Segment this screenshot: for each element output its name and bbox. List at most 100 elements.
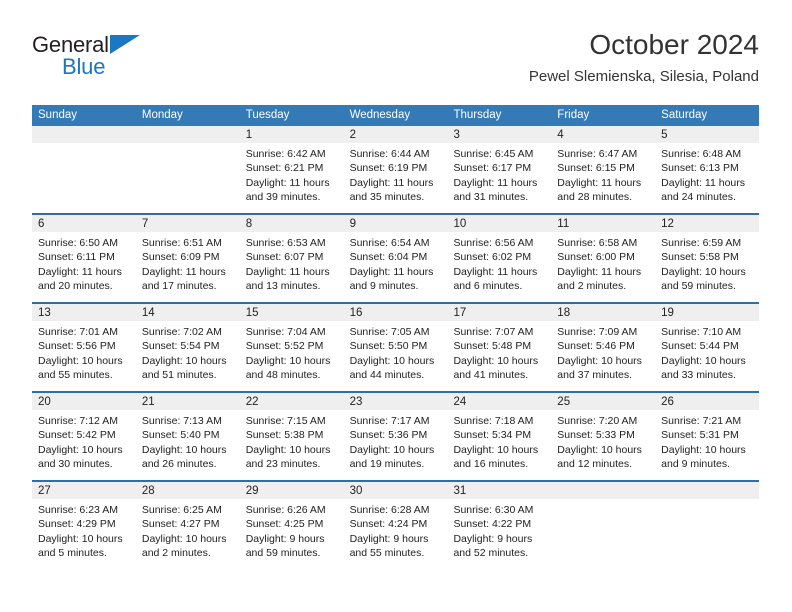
day-number[interactable]: 19 <box>655 304 759 321</box>
day-number[interactable]: 26 <box>655 393 759 410</box>
sunset-text: Sunset: 6:15 PM <box>557 162 635 175</box>
day-number[interactable]: 7 <box>136 215 240 232</box>
sunset-text: Sunset: 6:19 PM <box>349 162 428 175</box>
week-detail-band: Sunrise: 6:23 AM Sunset: 4:29 PM Daylight:… <box>32 499 759 569</box>
day-cell[interactable]: Sunrise: 7:15 AM Sunset: 5:38 PM Daylight:… <box>240 410 344 480</box>
day-number[interactable]: 22 <box>240 393 344 410</box>
day-cell[interactable]: Sunrise: 6:45 AM Sunset: 6:17 PM Daylight:… <box>447 143 551 213</box>
daylight-text: Daylight: 10 hours and 30 minutes. <box>38 443 123 470</box>
day-cell[interactable]: Sunrise: 7:01 AM Sunset: 5:56 PM Daylight:… <box>32 321 136 391</box>
daylight-text: Daylight: 10 hours and 55 minutes. <box>38 354 123 381</box>
day-cell[interactable]: Sunrise: 7:05 AM Sunset: 5:50 PM Daylight:… <box>344 321 448 391</box>
day-number[interactable]: 29 <box>240 482 344 499</box>
weekday-header-saturday: Saturday <box>661 109 708 121</box>
day-cell[interactable]: Sunrise: 7:17 AM Sunset: 5:36 PM Daylight:… <box>344 410 448 480</box>
sunrise-text: Sunrise: 7:17 AM <box>349 415 430 427</box>
sunrise-text: Sunrise: 7:13 AM <box>141 415 222 427</box>
daylight-text: Daylight: 10 hours and 33 minutes. <box>661 354 746 381</box>
sunset-text: Sunset: 5:36 PM <box>349 429 428 442</box>
day-cell-empty <box>551 499 655 569</box>
daylight-text: Daylight: 11 hours and 24 minutes. <box>661 176 746 203</box>
day-cell[interactable]: Sunrise: 6:51 AM Sunset: 6:09 PM Daylight:… <box>136 232 240 302</box>
day-cell[interactable]: Sunrise: 6:53 AM Sunset: 6:07 PM Daylight:… <box>240 232 344 302</box>
day-number[interactable]: 11 <box>551 215 655 232</box>
day-cell[interactable]: Sunrise: 6:26 AM Sunset: 4:25 PM Daylight:… <box>240 499 344 569</box>
sunrise-text: Sunrise: 7:01 AM <box>38 326 118 338</box>
sunset-text: Sunset: 4:25 PM <box>245 518 324 531</box>
day-number[interactable]: 13 <box>32 304 136 321</box>
day-number[interactable]: 20 <box>32 393 136 410</box>
day-number[interactable]: 14 <box>136 304 240 321</box>
day-number[interactable]: 2 <box>344 126 448 143</box>
day-number[interactable]: 31 <box>447 482 551 499</box>
day-cell[interactable]: Sunrise: 6:28 AM Sunset: 4:24 PM Daylight:… <box>344 499 448 569</box>
day-number[interactable]: 1 <box>240 126 344 143</box>
day-cell[interactable]: Sunrise: 7:07 AM Sunset: 5:48 PM Daylight:… <box>447 321 551 391</box>
day-number[interactable]: 4 <box>551 126 655 143</box>
day-number[interactable]: 25 <box>551 393 655 410</box>
day-cell[interactable]: Sunrise: 7:09 AM Sunset: 5:46 PM Daylight:… <box>551 321 655 391</box>
weekday-header-row: Sunday Monday Tuesday Wednesday Thursday Frid… <box>32 105 759 126</box>
sunrise-text: Sunrise: 7:10 AM <box>661 326 742 338</box>
day-cell[interactable]: Sunrise: 7:21 AM Sunset: 5:31 PM Daylight:… <box>655 410 759 480</box>
day-cell[interactable]: Sunrise: 7:13 AM Sunset: 5:40 PM Daylight:… <box>136 410 240 480</box>
day-cell[interactable]: Sunrise: 6:30 AM Sunset: 4:22 PM Daylight:… <box>447 499 551 569</box>
day-number[interactable]: 9 <box>344 215 448 232</box>
day-cell[interactable]: Sunrise: 6:42 AM Sunset: 6:21 PM Daylight:… <box>240 143 344 213</box>
sunset-text: Sunset: 5:48 PM <box>453 340 532 353</box>
day-cell[interactable]: Sunrise: 7:04 AM Sunset: 5:52 PM Daylight:… <box>240 321 344 391</box>
day-cell[interactable]: Sunrise: 6:54 AM Sunset: 6:04 PM Daylight:… <box>344 232 448 302</box>
day-cell[interactable]: Sunrise: 6:58 AM Sunset: 6:00 PM Daylight:… <box>551 232 655 302</box>
day-number[interactable]: 10 <box>447 215 551 232</box>
day-cell[interactable]: Sunrise: 7:20 AM Sunset: 5:33 PM Daylight:… <box>551 410 655 480</box>
sunset-text: Sunset: 5:46 PM <box>557 340 635 353</box>
sunset-text: Sunset: 6:09 PM <box>141 251 220 264</box>
daylight-text: Daylight: 11 hours and 28 minutes. <box>557 176 642 203</box>
sunset-text: Sunset: 5:38 PM <box>245 429 324 442</box>
day-number[interactable]: 12 <box>655 215 759 232</box>
day-cell[interactable]: Sunrise: 7:18 AM Sunset: 5:34 PM Daylight:… <box>447 410 551 480</box>
day-number[interactable]: 24 <box>447 393 551 410</box>
calendar-week-row: 6 7 8 9 10 11 12 Sunrise: 6:50 AM Sunset: 6:11 P… <box>32 213 759 302</box>
day-cell[interactable]: Sunrise: 6:47 AM Sunset: 6:15 PM Daylight:… <box>551 143 655 213</box>
day-cell[interactable]: Sunrise: 7:10 AM Sunset: 5:44 PM Daylight:… <box>655 321 759 391</box>
day-cell[interactable]: Sunrise: 7:02 AM Sunset: 5:54 PM Daylight:… <box>136 321 240 391</box>
day-number[interactable]: 16 <box>344 304 448 321</box>
day-number[interactable]: 30 <box>344 482 448 499</box>
day-cell[interactable]: Sunrise: 6:44 AM Sunset: 6:19 PM Daylight:… <box>344 143 448 213</box>
daylight-text: Daylight: 9 hours and 59 minutes. <box>245 532 325 559</box>
day-number[interactable]: 17 <box>447 304 551 321</box>
day-number[interactable]: 21 <box>136 393 240 410</box>
day-cell[interactable]: Sunrise: 6:23 AM Sunset: 4:29 PM Daylight:… <box>32 499 136 569</box>
day-cell[interactable]: Sunrise: 6:48 AM Sunset: 6:13 PM Daylight:… <box>655 143 759 213</box>
day-cell[interactable]: Sunrise: 6:59 AM Sunset: 5:58 PM Daylight:… <box>655 232 759 302</box>
day-cell[interactable]: Sunrise: 6:25 AM Sunset: 4:27 PM Daylight:… <box>136 499 240 569</box>
day-cell[interactable]: Sunrise: 7:12 AM Sunset: 5:42 PM Daylight:… <box>32 410 136 480</box>
sunset-text: Sunset: 6:07 PM <box>245 251 324 264</box>
sunset-text: Sunset: 5:58 PM <box>661 251 739 264</box>
daylight-text: Daylight: 11 hours and 13 minutes. <box>245 265 330 292</box>
day-number[interactable]: 27 <box>32 482 136 499</box>
day-number[interactable]: 6 <box>32 215 136 232</box>
sunrise-text: Sunrise: 6:53 AM <box>245 237 326 249</box>
day-cell[interactable]: Sunrise: 6:50 AM Sunset: 6:11 PM Daylight:… <box>32 232 136 302</box>
day-number[interactable]: 3 <box>447 126 551 143</box>
sunrise-text: Sunrise: 7:21 AM <box>661 415 742 427</box>
generalblue-logo[interactable]: General Blue <box>32 32 152 84</box>
day-number[interactable]: 23 <box>344 393 448 410</box>
day-number[interactable]: 8 <box>240 215 344 232</box>
day-number[interactable]: 5 <box>655 126 759 143</box>
day-number-empty <box>136 126 240 143</box>
calendar-week-row: 1 2 3 4 5 Sunrise: 6:42 AM Sunset: 6:21 PM Dayl… <box>32 126 759 213</box>
day-number-empty <box>551 482 655 499</box>
calendar-week-row: 20 21 22 23 24 25 26 Sunrise: 7:12 AM Sunset: 5:… <box>32 391 759 480</box>
sunrise-text: Sunrise: 6:50 AM <box>38 237 118 249</box>
sunrise-text: Sunrise: 6:25 AM <box>141 504 222 516</box>
day-cell[interactable]: Sunrise: 6:56 AM Sunset: 6:02 PM Daylight:… <box>447 232 551 302</box>
day-number[interactable]: 15 <box>240 304 344 321</box>
day-number[interactable]: 28 <box>136 482 240 499</box>
sunset-text: Sunset: 5:54 PM <box>141 340 220 353</box>
daylight-text: Daylight: 11 hours and 31 minutes. <box>453 176 538 203</box>
day-number[interactable]: 18 <box>551 304 655 321</box>
week-date-band: 27 28 29 30 31 <box>32 482 759 499</box>
